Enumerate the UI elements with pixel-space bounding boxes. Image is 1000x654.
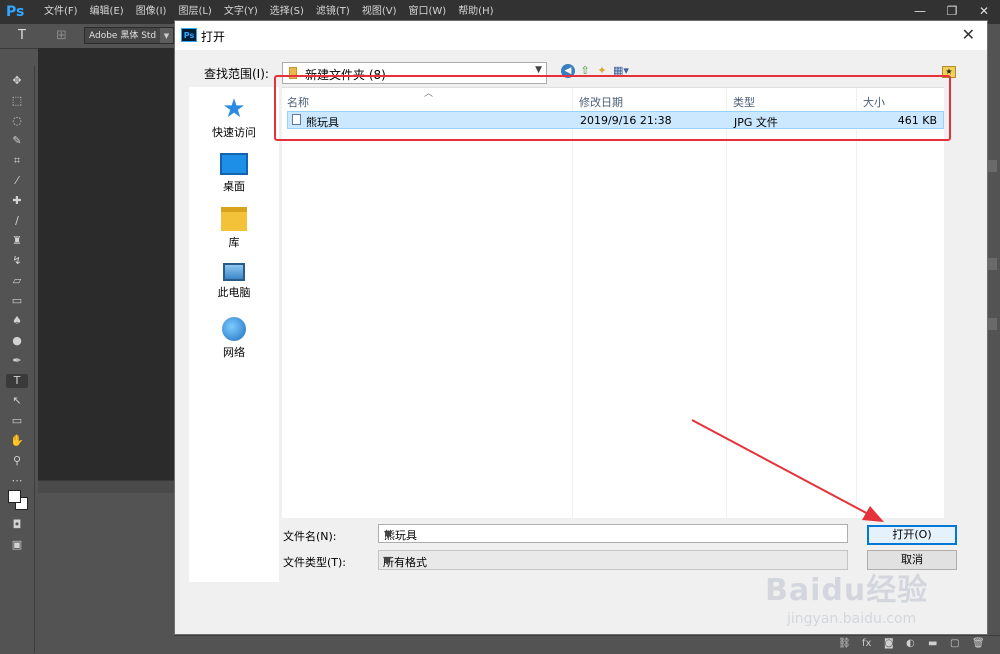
place-label: 桌面 — [223, 180, 245, 193]
layers-footer: ⛓ fx ◙ ◐ ▬ ▢ 🗑 — [174, 635, 1000, 654]
place-network[interactable]: 网络 — [189, 317, 279, 360]
type-tool-icon[interactable]: T — [6, 374, 28, 388]
chevron-down-icon: ▼ — [160, 28, 173, 43]
column-divider — [856, 88, 857, 518]
chevron-down-icon[interactable]: ▼ — [384, 528, 843, 541]
star-icon: ★ — [222, 94, 246, 124]
dodge-tool-icon[interactable]: ● — [9, 334, 25, 348]
watermark-url: jingyan.baidu.com — [787, 611, 917, 627]
open-button[interactable]: 打开(O) — [867, 525, 957, 545]
place-desktop[interactable]: 桌面 — [189, 153, 279, 194]
computer-icon — [223, 263, 245, 281]
desktop-icon — [220, 153, 248, 175]
eyedropper-tool-icon[interactable]: ⁄ — [9, 174, 25, 188]
link-layers-icon[interactable]: ⛓ — [838, 638, 851, 649]
document-area — [38, 48, 174, 480]
column-divider — [572, 88, 573, 518]
quick-select-tool-icon[interactable]: ✎ — [9, 134, 25, 148]
font-family-value: Adobe 黑体 Std — [89, 31, 157, 41]
menu-file[interactable]: 文件(F) — [38, 0, 84, 24]
places-sidebar: ★ 快速访问 桌面 库 此电脑 网络 — [189, 87, 279, 582]
column-divider — [726, 88, 727, 518]
place-this-pc[interactable]: 此电脑 — [189, 263, 279, 300]
pen-tool-icon[interactable]: ✒ — [9, 354, 25, 368]
menu-edit[interactable]: 编辑(E) — [84, 0, 130, 24]
look-in-label: 查找范围(I): — [204, 67, 269, 81]
healing-tool-icon[interactable]: ✚ — [9, 194, 25, 208]
file-list[interactable]: ︿ 名称 修改日期 类型 大小 熊玩具 2019/9/16 21:38 JPG … — [282, 87, 944, 518]
eraser-tool-icon[interactable]: ▱ — [9, 274, 25, 288]
add-mask-icon[interactable]: ◙ — [884, 638, 894, 649]
file-type-label: 文件类型(T): — [283, 556, 347, 569]
watermark-main: Baidu经验 — [765, 573, 929, 608]
place-label: 库 — [228, 236, 240, 249]
lasso-tool-icon[interactable]: ◌ — [9, 114, 25, 128]
text-tool-icon[interactable]: T — [18, 28, 26, 43]
place-library[interactable]: 库 — [189, 207, 279, 250]
font-family-select[interactable]: Adobe 黑体 Std ▼ — [84, 27, 174, 44]
dialog-title: 打开 — [201, 30, 226, 44]
marquee-tool-icon[interactable]: ⬚ — [9, 94, 25, 108]
history-brush-tool-icon[interactable]: ↯ — [9, 254, 25, 268]
menu-image[interactable]: 图像(I) — [130, 0, 173, 24]
place-label: 此电脑 — [217, 286, 251, 299]
zoom-tool-icon[interactable]: ⚲ — [9, 454, 25, 468]
tools-panel: ✥ ⬚ ◌ ✎ ⌗ ⁄ ✚ ∕ ♜ ↯ ▱ ▭ ♠ ● ✒ T ↖ ▭ ✋ ⚲ … — [0, 66, 35, 653]
file-name-input[interactable]: 熊玩具 ▼ — [378, 524, 848, 543]
dialog-titlebar: Ps 打开 ✕ — [175, 21, 987, 50]
shape-tool-icon[interactable]: ▭ — [9, 414, 25, 428]
blur-tool-icon[interactable]: ♠ — [9, 314, 25, 328]
group-icon[interactable]: ▬ — [928, 638, 937, 649]
gradient-tool-icon[interactable]: ▭ — [9, 294, 25, 308]
document-scroll-area — [38, 480, 174, 493]
crop-tool-icon[interactable]: ⌗ — [9, 154, 25, 168]
photoshop-app-icon: Ps — [181, 28, 197, 42]
more-tools-icon[interactable]: ⋯ — [9, 474, 25, 488]
photoshop-logo: Ps — [6, 4, 25, 20]
chevron-down-icon: ▼ — [535, 65, 542, 75]
close-icon[interactable]: ✕ — [962, 25, 975, 44]
stamp-tool-icon[interactable]: ♜ — [9, 234, 25, 248]
hand-tool-icon[interactable]: ✋ — [9, 434, 25, 448]
adjustment-layer-icon[interactable]: ◐ — [906, 638, 915, 649]
text-orientation-icon[interactable]: ⊞ — [56, 28, 67, 43]
highlight-box — [274, 75, 951, 141]
screen-mode-icon[interactable]: ▣ — [9, 538, 25, 552]
place-quick-access[interactable]: ★ 快速访问 — [189, 94, 279, 140]
foreground-color-swatch[interactable] — [8, 490, 21, 503]
move-tool-icon[interactable]: ✥ — [9, 74, 25, 88]
brush-tool-icon[interactable]: ∕ — [9, 214, 25, 228]
new-layer-icon[interactable]: ▢ — [950, 638, 959, 649]
network-icon — [222, 317, 246, 341]
fx-icon[interactable]: fx — [862, 638, 871, 649]
file-name-label: 文件名(N): — [283, 530, 337, 543]
quick-mask-icon[interactable]: ◘ — [9, 518, 25, 532]
baidu-watermark: Baidu经验 jingyan.baidu.com — [765, 565, 985, 635]
place-label: 网络 — [223, 346, 245, 359]
library-icon — [221, 207, 247, 231]
place-label: 快速访问 — [212, 126, 256, 139]
trash-icon[interactable]: 🗑 — [972, 638, 985, 649]
path-select-tool-icon[interactable]: ↖ — [9, 394, 25, 408]
